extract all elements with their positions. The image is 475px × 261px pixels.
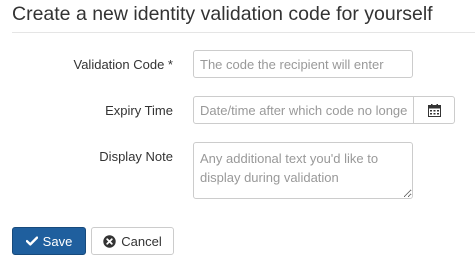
page-title: Create a new identity validation code fo… <box>12 3 433 25</box>
save-button-label: Save <box>42 233 73 249</box>
display-note-textarea[interactable] <box>193 142 413 199</box>
calendar-icon <box>427 103 441 117</box>
expiry-time-input[interactable] <box>193 96 414 124</box>
expiry-time-label: Expiry Time <box>105 103 173 118</box>
calendar-button[interactable] <box>413 96 455 124</box>
times-circle-icon <box>103 234 116 248</box>
cancel-button-label: Cancel <box>121 233 162 249</box>
create-validation-code-page: Create a new identity validation code fo… <box>0 0 475 261</box>
validation-code-input[interactable] <box>193 50 413 78</box>
display-note-label: Display Note <box>99 149 173 164</box>
title-divider <box>12 32 475 33</box>
check-icon <box>25 236 38 246</box>
validation-code-label: Validation Code * <box>73 57 174 72</box>
cancel-button[interactable]: Cancel <box>91 227 174 255</box>
save-button[interactable]: Save <box>12 227 86 255</box>
